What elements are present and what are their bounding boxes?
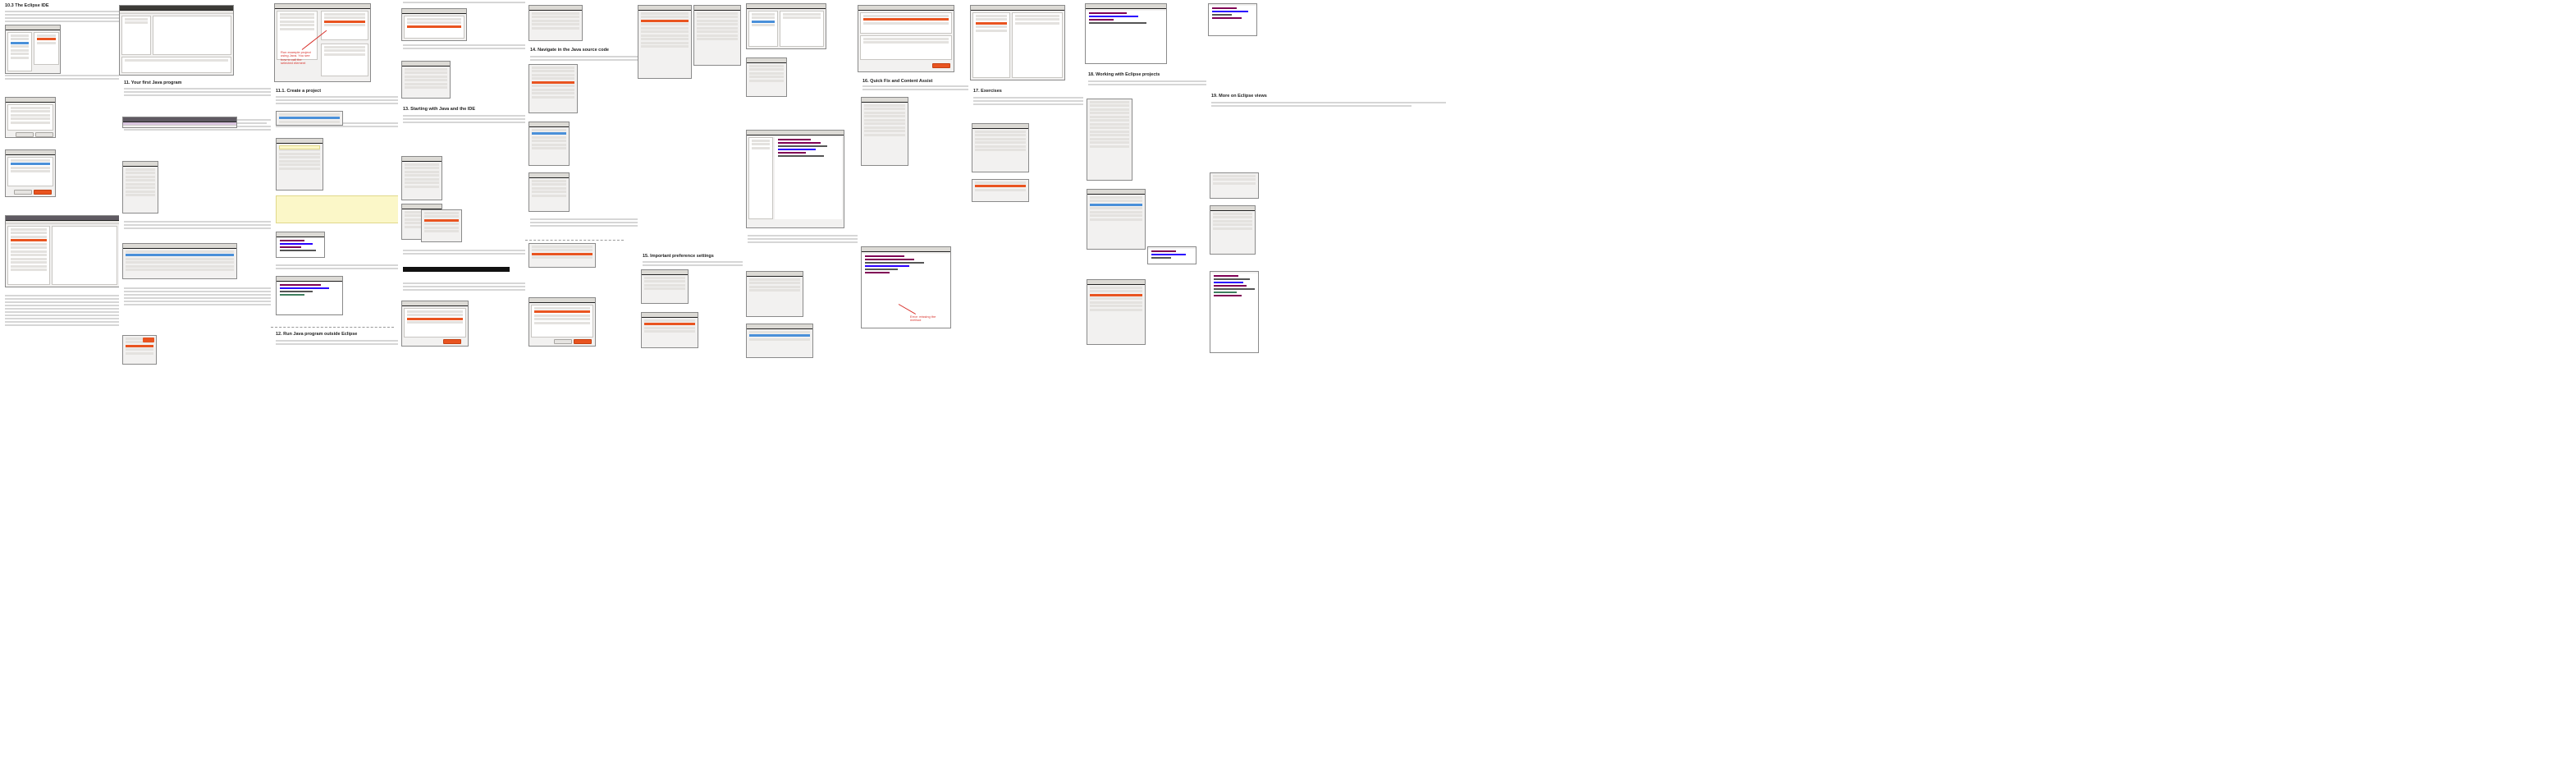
document-column-11: 19. More on Eclipse views: [1206, 0, 1446, 776]
screenshot-toolbar: [122, 117, 237, 128]
screenshot-link-editor: [641, 312, 698, 348]
screenshot-select-dialog: [5, 149, 56, 197]
screenshot-views-menu: [1087, 99, 1132, 181]
screenshot-outline-view: [861, 97, 908, 166]
section-heading: 17. Exercises: [973, 89, 1002, 94]
screenshot-javadoc-view: [972, 123, 1029, 172]
screenshot-quick-outline: [528, 243, 596, 268]
screenshot-new-java-class: [401, 156, 442, 200]
section-heading: 19. More on Eclipse views: [1211, 94, 1267, 99]
screenshot-source-menu: [421, 209, 462, 242]
callout-annotation: Run example project using Java. You see …: [281, 50, 311, 66]
screenshot-run-console: [276, 276, 343, 315]
screenshot-new-class-dialog: [276, 138, 323, 191]
screenshot-open-type: [528, 122, 570, 166]
screenshot-filter-options: [746, 57, 787, 97]
screenshot-preferences-java: [693, 5, 741, 66]
callout-annotation: Error: missing the method: [910, 315, 936, 323]
section-heading: 13. Starting with Java and the IDE: [403, 107, 476, 112]
screenshot-import-dialog-wide: [858, 5, 954, 72]
screenshot-filters-dialog: [1210, 172, 1259, 199]
screenshot-organize-imports: [528, 5, 583, 41]
section-heading: 15. Important preference settings: [643, 254, 714, 259]
screenshot-debug-code: [1210, 271, 1259, 353]
screenshot-open-declaration: [641, 269, 689, 304]
highlight-note-box: [276, 195, 399, 223]
screenshot-jar-dialog: [401, 61, 451, 99]
screenshot-package-explorer: [122, 161, 158, 214]
section-divider: [525, 240, 624, 241]
screenshot-refactor-menu: [972, 179, 1029, 202]
screenshot-type-hierarchy: [528, 172, 570, 212]
screenshot-workspace-dialog: [5, 97, 56, 138]
section-divider: [271, 327, 394, 328]
screenshot-code-editor: [276, 232, 325, 258]
screenshot-context-menu: [122, 335, 157, 365]
screenshot-code-sample: [1147, 246, 1196, 264]
screenshot-workspace-settings: [746, 3, 826, 49]
screenshot-new-project-wizard: [274, 3, 371, 82]
screenshot-context-menu-large: [528, 64, 578, 113]
screenshot-quick-fix: [746, 271, 803, 317]
screenshot-breakpoints: [1210, 205, 1256, 255]
screenshot-search-dialog: [528, 297, 596, 347]
screenshot-java-source: [1208, 3, 1257, 36]
section-heading: 14. Navigate in the Java source code: [530, 48, 609, 53]
screenshot-run-configuration: [1087, 279, 1146, 345]
screenshot-preferences-dialog: [5, 25, 61, 74]
screenshot-call-hierarchy: [638, 5, 692, 79]
screenshot-templates-dialog: [1085, 3, 1167, 64]
screenshot-project-explorer: [5, 215, 120, 287]
terminal-output: [403, 267, 510, 272]
section-heading: 18. Working with Eclipse projects: [1088, 72, 1160, 77]
screenshot-import-wizard: [401, 301, 469, 347]
section-heading: 12. Run Java program outside Eclipse: [276, 332, 358, 337]
screenshot-exercise-wizard: [970, 5, 1065, 80]
screenshot-java-editor-error: [746, 130, 844, 228]
paragraph: [1211, 100, 1446, 108]
screenshot-export-wizard: [401, 8, 467, 41]
screenshot-eclipse-window: [119, 5, 234, 76]
screenshot-package-explorer-list: [276, 111, 343, 126]
screenshot-content-assist: [746, 324, 813, 358]
screenshot-problems-view: [122, 243, 237, 279]
screenshot-project-properties: [1087, 189, 1146, 250]
